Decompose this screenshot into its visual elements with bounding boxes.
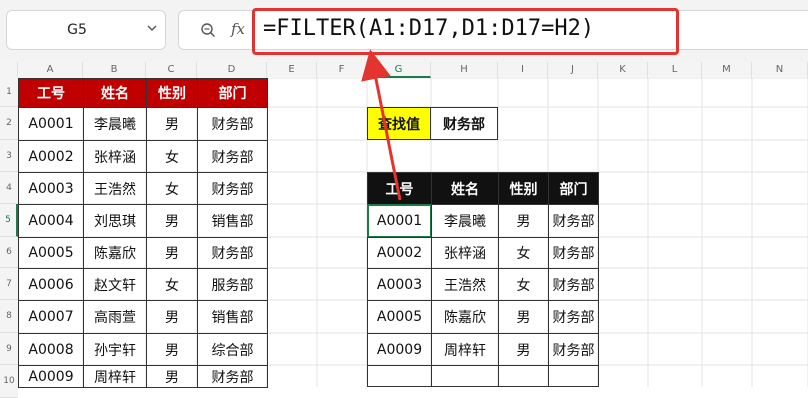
annotation-arrow [361, 49, 402, 201]
